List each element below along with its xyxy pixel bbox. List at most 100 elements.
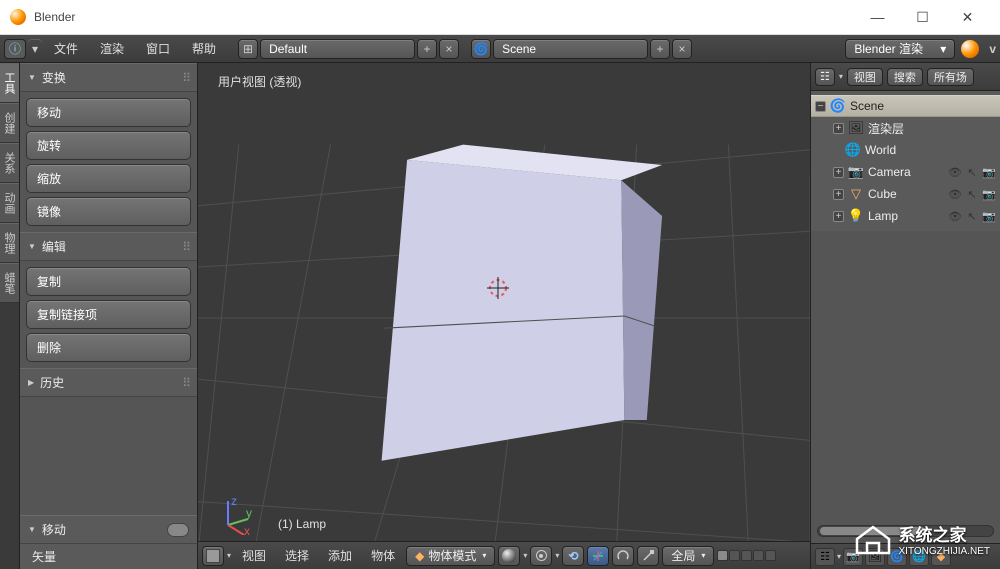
editor-type-icon[interactable] [202, 546, 224, 566]
outliner-camera-row[interactable]: + 📷 Camera 👁↖📷 [811, 161, 1000, 183]
outliner-menu-view[interactable]: 视图 [847, 68, 883, 86]
cursor-icon[interactable]: ↖ [965, 209, 979, 223]
cube-mesh [382, 145, 662, 461]
3d-viewport[interactable]: 用户视图 (透视) z y x (1) Lamp ▾ 视图 选择 添加 物体 ◆… [198, 63, 810, 569]
props-tab-scene[interactable]: 🌀 [887, 548, 907, 566]
info-editor-icon[interactable]: ⓘ [4, 39, 26, 59]
layout-add-button[interactable]: + [417, 39, 437, 59]
tab-physics[interactable]: 物理 [0, 223, 19, 263]
toolshelf-tabs: 工具 创建 关系 动画 物理 蜡笔 [0, 63, 20, 569]
tab-greasepencil[interactable]: 蜡笔 [0, 263, 19, 303]
render-engine-dropdown[interactable]: Blender 渲染▾ [845, 39, 955, 59]
menu-file[interactable]: 文件 [44, 36, 88, 61]
cursor-icon[interactable]: ↖ [965, 165, 979, 179]
delete-button[interactable]: 删除 [26, 333, 191, 362]
props-tab-render[interactable]: 📷 [843, 548, 863, 566]
props-editor-icon[interactable]: ☷ [815, 548, 835, 566]
svg-text:y: y [246, 506, 252, 520]
viewport-perspective-label: 用户视图 (透视) [218, 73, 301, 90]
menu-help[interactable]: 帮助 [182, 36, 226, 61]
layer-buttons[interactable] [717, 550, 776, 561]
outliner-world-row[interactable]: 🌐 World [811, 139, 1000, 161]
props-tab-object[interactable]: ◆ [931, 548, 951, 566]
panel-history-header[interactable]: 历史⠿ [20, 368, 197, 397]
drag-grip-icon[interactable]: ⠿ [182, 376, 189, 390]
3d-cursor-icon [485, 275, 511, 301]
transform-orientation-dropdown[interactable]: 全局▾ [662, 546, 714, 566]
operator-toggle[interactable] [167, 523, 189, 537]
layout-browse-icon[interactable]: ⊞ [238, 39, 258, 59]
manipulator-toggle[interactable]: ⟲ [562, 546, 584, 566]
blender-logo-icon [10, 9, 26, 25]
scene-dropdown[interactable]: Scene [493, 39, 648, 59]
eye-icon[interactable]: 👁 [948, 165, 962, 179]
menu-render[interactable]: 渲染 [90, 36, 134, 61]
props-tab-world[interactable]: 🌐 [909, 548, 929, 566]
operator-vector-label: 矢量 [20, 544, 197, 569]
vp-menu-object[interactable]: 物体 [363, 547, 403, 564]
version-label: v [989, 42, 996, 56]
tab-create[interactable]: 创建 [0, 103, 19, 143]
render-icon[interactable]: 📷 [982, 187, 996, 201]
render-icon[interactable]: 📷 [982, 209, 996, 223]
panel-transform-header[interactable]: 变换⠿ [20, 63, 197, 92]
layout-preset-dropdown[interactable]: Default [260, 39, 415, 59]
mode-dropdown[interactable]: ◆物体模式▾ [406, 546, 495, 566]
vp-menu-view[interactable]: 视图 [234, 547, 274, 564]
outliner-editor-icon[interactable]: ☷ [815, 68, 835, 86]
tab-relations[interactable]: 关系 [0, 143, 19, 183]
collapse-icon[interactable]: − [815, 101, 826, 112]
render-icon[interactable]: 📷 [982, 165, 996, 179]
manipulator-scale[interactable] [637, 546, 659, 566]
eye-icon[interactable]: 👁 [948, 209, 962, 223]
rotate-button[interactable]: 旋转 [26, 131, 191, 160]
mirror-button[interactable]: 镜像 [26, 197, 191, 226]
manipulator-rotate[interactable] [612, 546, 634, 566]
eye-icon[interactable]: 👁 [948, 187, 962, 201]
svg-text:z: z [231, 495, 237, 508]
scene-remove-button[interactable]: × [672, 39, 692, 59]
drag-grip-icon[interactable]: ⠿ [182, 240, 189, 254]
duplicate-linked-button[interactable]: 复制链接项 [26, 300, 191, 329]
blender-icon [961, 40, 979, 58]
menu-window[interactable]: 窗口 [136, 36, 180, 61]
camera-icon: 📷 [848, 164, 864, 180]
drag-grip-icon[interactable]: ⠿ [182, 71, 189, 85]
expand-icon[interactable]: + [833, 211, 844, 222]
expand-icon[interactable]: + [833, 167, 844, 178]
outliner-menu-search[interactable]: 搜索 [887, 68, 923, 86]
scene-add-button[interactable]: + [650, 39, 670, 59]
minimize-button[interactable]: — [855, 0, 900, 35]
tab-animation[interactable]: 动画 [0, 183, 19, 223]
manipulator-translate[interactable] [587, 546, 609, 566]
maximize-button[interactable]: ☐ [900, 0, 945, 35]
expand-icon[interactable]: + [833, 123, 844, 134]
tab-tools[interactable]: 工具 [0, 63, 19, 103]
pivot-point-button[interactable] [530, 546, 552, 566]
panel-move-operator-header[interactable]: 移动 [20, 515, 197, 544]
outliner-scene-row[interactable]: − 🌀 Scene [811, 95, 1000, 117]
outliner-cube-row[interactable]: + ▽ Cube 👁↖📷 [811, 183, 1000, 205]
horizontal-scrollbar[interactable] [817, 525, 994, 537]
info-header: ⓘ ▾ 文件 渲染 窗口 帮助 ⊞ Default + × 🌀 Scene + … [0, 35, 1000, 63]
expand-icon[interactable]: + [833, 189, 844, 200]
outliner-menu-display[interactable]: 所有场 [927, 68, 974, 86]
outliner-lamp-row[interactable]: + 💡 Lamp 👁↖📷 [811, 205, 1000, 227]
layout-remove-button[interactable]: × [439, 39, 459, 59]
translate-button[interactable]: 移动 [26, 98, 191, 127]
scale-button[interactable]: 缩放 [26, 164, 191, 193]
outliner-renderlayers-row[interactable]: + 🖼 渲染层 [811, 117, 1000, 139]
close-button[interactable]: ✕ [945, 0, 990, 35]
vp-menu-add[interactable]: 添加 [320, 547, 360, 564]
vp-menu-select[interactable]: 选择 [277, 547, 317, 564]
duplicate-button[interactable]: 复制 [26, 267, 191, 296]
info-expand-icon[interactable]: ▾ [28, 39, 42, 59]
props-tab-renderlayers[interactable]: 🖼 [865, 548, 885, 566]
shading-mode-button[interactable] [498, 546, 520, 566]
outliner-tree[interactable]: − 🌀 Scene + 🖼 渲染层 🌐 World + 📷 Camera 👁↖📷… [811, 91, 1000, 231]
axis-gizmo-icon: z y x [218, 495, 258, 535]
panel-edit-header[interactable]: 编辑⠿ [20, 232, 197, 261]
cursor-icon[interactable]: ↖ [965, 187, 979, 201]
toolshelf: 变换⠿ 移动 旋转 缩放 镜像 编辑⠿ 复制 复制链接项 删除 历史⠿ 移动 矢… [20, 63, 198, 569]
scene-browse-icon[interactable]: 🌀 [471, 39, 491, 59]
